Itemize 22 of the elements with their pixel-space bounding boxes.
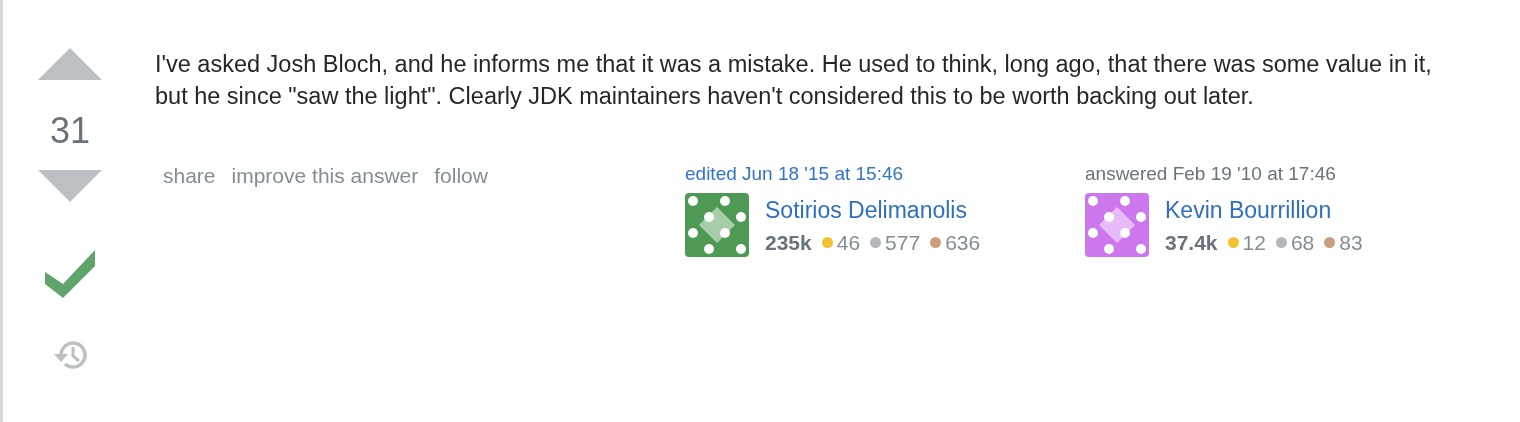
post-menu-link[interactable]: follow: [426, 160, 496, 192]
badge-count: 577: [885, 230, 921, 256]
history-icon[interactable]: [51, 338, 89, 372]
badge-count: 636: [945, 230, 981, 256]
user-avatar[interactable]: [685, 192, 749, 257]
reputation-score: 235k: [765, 230, 812, 256]
badge-count: 83: [1339, 230, 1363, 256]
vote-count: 31: [49, 109, 90, 153]
reputation-score: 37.4k: [1165, 230, 1218, 256]
edited-link[interactable]: edited Jun 18 '15 at 15:46: [685, 160, 1085, 189]
answer-text: I've asked Josh Bloch, and he informs me that it was a mistake. He used to think, long ago, that there was some value in it, but he since "saw the light". Clearly JDK maintainers haven't considered this to be worth backing out later.: [155, 50, 1433, 111]
badge-count: 46: [836, 230, 861, 256]
post-menu-link[interactable]: share: [155, 160, 224, 192]
user-name-link[interactable]: Sotirios Delimanolis: [765, 192, 981, 227]
upvote-button[interactable]: [38, 48, 102, 80]
badge-count: 12: [1242, 230, 1266, 256]
post-menu-link[interactable]: improve this answer: [223, 160, 427, 192]
user-name-link[interactable]: Kevin Bourrillion: [1165, 192, 1363, 227]
badge-count: 68: [1290, 230, 1315, 256]
user-avatar[interactable]: [1085, 192, 1149, 257]
answered-time: answered Feb 19 '10 at 17:46: [1085, 162, 1337, 186]
downvote-button[interactable]: [38, 170, 102, 202]
